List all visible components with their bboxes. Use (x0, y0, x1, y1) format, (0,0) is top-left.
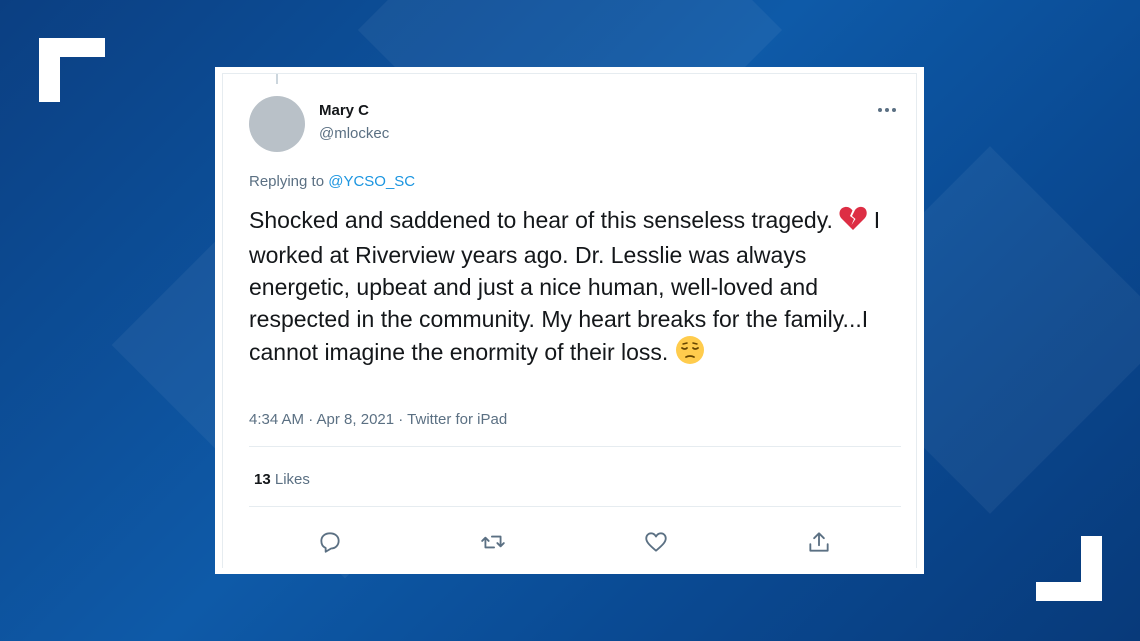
broken-heart-icon (839, 205, 868, 239)
avatar[interactable] (249, 96, 305, 152)
retweet-icon[interactable] (480, 529, 506, 555)
likes-count: 13 (254, 471, 271, 488)
like-icon[interactable] (643, 529, 669, 555)
author-name[interactable]: Mary C (319, 102, 369, 119)
author-handle[interactable]: @mlockec (319, 125, 389, 142)
reply-icon[interactable] (317, 529, 343, 555)
replying-to: Replying to @YCSO_SC (249, 173, 415, 190)
tweet-card: Mary C @mlockec Replying to @YCSO_SC Sho… (215, 67, 924, 574)
divider (249, 506, 901, 507)
tweet-container: Mary C @mlockec Replying to @YCSO_SC Sho… (222, 73, 917, 568)
thread-line (276, 74, 278, 84)
frame-corner-bottom-right (1036, 536, 1102, 601)
divider (249, 446, 901, 447)
tweet-timestamp[interactable]: 4:34 AM · Apr 8, 2021 · Twitter for iPad (249, 411, 507, 428)
share-icon[interactable] (806, 529, 832, 555)
pensive-face-icon (675, 335, 705, 373)
likes-summary[interactable]: 13 Likes (254, 471, 310, 488)
replying-to-link[interactable]: @YCSO_SC (328, 173, 415, 190)
replying-prefix: Replying to (249, 173, 325, 190)
tweet-text-part1: Shocked and saddened to hear of this sen… (249, 207, 833, 233)
tweet-text: Shocked and saddened to hear of this sen… (249, 204, 899, 373)
frame-corner-top-left (39, 38, 105, 102)
more-options-icon[interactable] (873, 100, 901, 120)
likes-label: Likes (274, 471, 310, 488)
